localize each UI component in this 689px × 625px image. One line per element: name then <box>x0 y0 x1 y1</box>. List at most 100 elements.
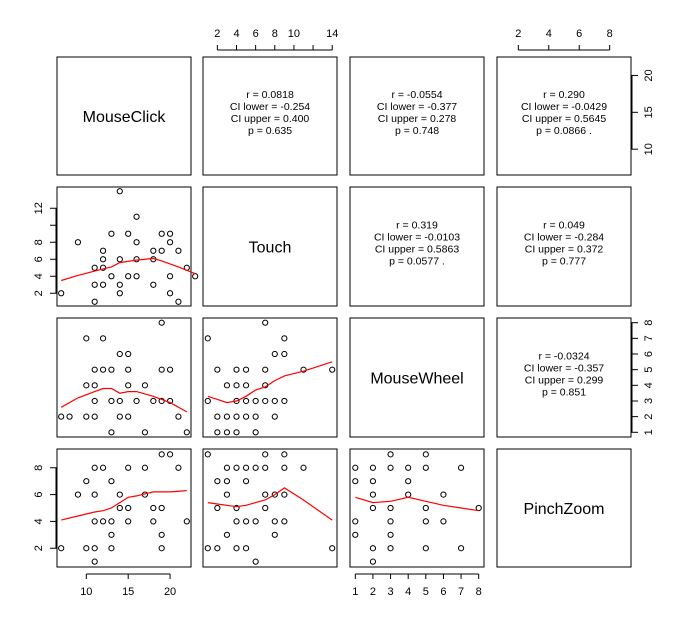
data-point <box>125 350 132 358</box>
diagonal-label: MouseWheel <box>370 371 463 388</box>
data-point <box>369 464 377 471</box>
data-point <box>66 413 73 420</box>
data-point <box>91 382 98 389</box>
data-point <box>133 397 140 405</box>
x-tick-label: 10 <box>288 28 300 40</box>
data-point <box>204 545 211 552</box>
data-point <box>125 230 132 237</box>
y-tick-label: 6 <box>643 351 655 357</box>
x-tick-label: 2 <box>370 586 376 598</box>
data-point <box>223 382 231 389</box>
y-tick-label: 1 <box>643 429 655 435</box>
data-point <box>440 491 447 498</box>
smooth-line <box>61 257 196 282</box>
correlation-stat-text: r = 0.0818 <box>246 89 294 101</box>
data-point <box>387 545 394 552</box>
data-point <box>271 413 278 420</box>
data-point <box>457 545 465 552</box>
y-tick-label: 6 <box>33 256 45 262</box>
data-point <box>166 451 174 458</box>
data-point <box>405 478 412 485</box>
correlation-stat-text: CI lower = -0.254 <box>230 101 310 113</box>
y-tick-label: 2 <box>33 545 45 551</box>
data-point <box>242 464 250 471</box>
x-tick-label: 6 <box>576 28 582 40</box>
data-point <box>281 451 288 458</box>
data-point <box>133 239 140 246</box>
data-point <box>281 518 288 525</box>
data-point <box>223 478 231 485</box>
x-tick-label: 20 <box>164 586 176 598</box>
data-point <box>125 366 132 373</box>
data-point <box>262 319 269 326</box>
data-point <box>422 464 429 471</box>
data-point <box>281 491 288 498</box>
data-point <box>125 464 132 471</box>
scatterplot-matrix: MouseClick Touch MouseWheel PinchZoom r = 0.… <box>33 28 655 598</box>
data-point <box>108 429 115 436</box>
correlation-stat-text: p = 0.0866 . <box>536 125 592 137</box>
data-point <box>116 413 123 420</box>
data-point <box>242 397 250 405</box>
y-tick-label: 12 <box>33 202 45 214</box>
data-point <box>158 545 165 552</box>
data-point <box>252 518 259 525</box>
data-point <box>422 545 429 552</box>
data-point <box>281 397 288 405</box>
data-point <box>166 273 174 280</box>
x-tick-label: 14 <box>326 28 338 40</box>
data-point <box>387 464 394 471</box>
x-tick-label: 5 <box>423 586 429 598</box>
data-point <box>329 366 336 373</box>
data-point <box>242 545 250 552</box>
data-point <box>116 281 123 288</box>
smooth-line <box>207 361 333 404</box>
data-point <box>252 397 259 405</box>
data-point <box>204 397 211 405</box>
data-point <box>158 366 165 373</box>
data-point <box>214 504 221 512</box>
data-point <box>457 464 465 471</box>
data-point <box>99 464 107 471</box>
data-point <box>116 188 123 195</box>
correlation-stat-text: CI lower = -0.377 <box>377 101 457 113</box>
data-point <box>252 464 259 471</box>
data-point <box>252 558 259 565</box>
x-tick-label: 15 <box>122 586 134 598</box>
data-point <box>91 518 98 525</box>
data-point <box>223 531 231 538</box>
data-point <box>242 382 250 389</box>
data-point <box>125 382 132 389</box>
data-point <box>108 230 115 237</box>
data-point <box>252 413 259 420</box>
data-point <box>91 491 98 498</box>
data-point <box>422 451 429 458</box>
data-point <box>133 256 140 263</box>
correlation-stat-text: p = 0.851 <box>542 387 586 399</box>
data-point <box>422 504 429 512</box>
data-point <box>352 531 359 538</box>
diagonal-label: PinchZoom <box>524 501 605 518</box>
correlation-stat-text: r = 0.290 <box>543 89 585 101</box>
y-tick-label: 8 <box>33 465 45 471</box>
data-point <box>175 464 182 471</box>
panel-frame <box>56 186 192 307</box>
data-point <box>242 518 250 525</box>
data-point <box>166 230 174 237</box>
data-point <box>214 545 221 552</box>
data-point <box>108 397 115 405</box>
data-point <box>58 413 65 420</box>
x-tick-label: 1 <box>352 586 358 598</box>
data-point <box>99 335 107 342</box>
data-point <box>440 518 447 525</box>
x-tick-label: 8 <box>607 28 613 40</box>
y-tick-label: 6 <box>33 492 45 498</box>
data-point <box>91 558 98 565</box>
data-point <box>150 504 157 512</box>
correlation-stat-text: r = -0.0554 <box>391 89 442 101</box>
diagonal-label: MouseClick <box>83 109 167 126</box>
y-tick-label: 15 <box>643 106 655 118</box>
data-point <box>352 464 359 471</box>
data-point <box>166 290 174 297</box>
correlation-stat-text: CI upper = 0.5863 <box>375 244 460 256</box>
